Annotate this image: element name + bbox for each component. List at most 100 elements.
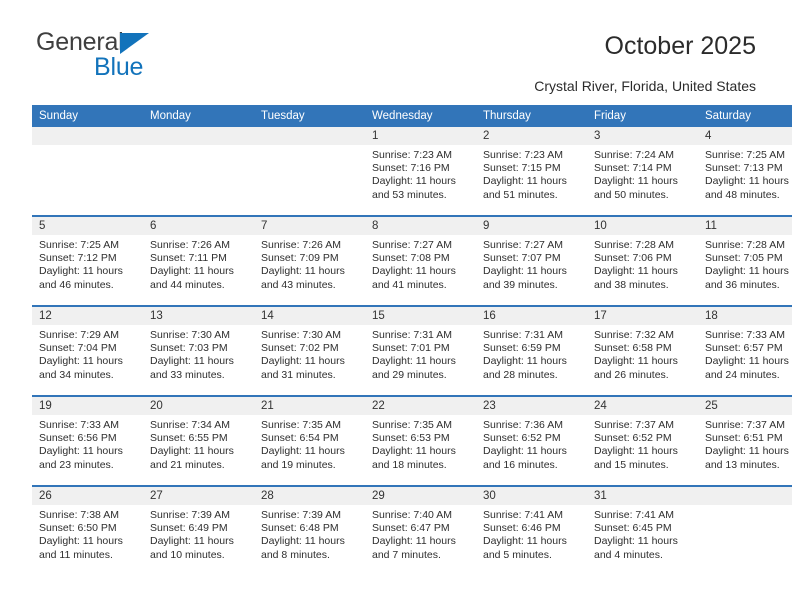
daylight-text: Daylight: 11 hours and 29 minutes. [372, 355, 456, 381]
weekday-header-tuesday: Tuesday [254, 105, 365, 127]
calendar-day-cell[interactable]: 2 Sunrise: 7:23 AM Sunset: 7:15 PM Daylight… [476, 127, 587, 216]
daylight-text: Daylight: 11 hours and 7 minutes. [372, 535, 456, 561]
day-sun-info: Sunrise: 7:31 AM Sunset: 7:01 PM Daylight:… [365, 325, 476, 382]
calendar-day-cell[interactable]: 7 Sunrise: 7:26 AM Sunset: 7:09 PM Daylight… [254, 215, 365, 306]
logo-triangle-icon [120, 33, 149, 54]
day-sun-info: Sunrise: 7:25 AM Sunset: 7:13 PM Daylight:… [698, 145, 792, 202]
day-cell-content: 14 Sunrise: 7:30 AM Sunset: 7:02 PM Dayligh… [254, 307, 365, 395]
calendar-day-cell[interactable]: 27 Sunrise: 7:39 AM Sunset: 6:49 PM Dayligh… [143, 485, 254, 575]
calendar-day-cell[interactable]: 21 Sunrise: 7:35 AM Sunset: 6:54 PM Dayligh… [254, 395, 365, 486]
day-cell-content: 27 Sunrise: 7:39 AM Sunset: 6:49 PM Dayligh… [143, 487, 254, 575]
calendar-day-cell[interactable]: 8 Sunrise: 7:27 AM Sunset: 7:08 PM Daylight… [365, 215, 476, 306]
day-cell-content: 16 Sunrise: 7:31 AM Sunset: 6:59 PM Dayligh… [476, 307, 587, 395]
sunset-text: Sunset: 6:50 PM [39, 522, 117, 535]
day-cell-content: 31 Sunrise: 7:41 AM Sunset: 6:45 PM Dayligh… [587, 487, 698, 575]
day-number [32, 127, 143, 145]
calendar-day-cell[interactable]: 28 Sunrise: 7:39 AM Sunset: 6:48 PM Dayligh… [254, 485, 365, 575]
sunrise-text: Sunrise: 7:41 AM [483, 509, 563, 521]
calendar-week-row: 5 Sunrise: 7:25 AM Sunset: 7:12 PM Daylight… [32, 215, 792, 306]
day-cell-content: 1 Sunrise: 7:23 AM Sunset: 7:16 PM Daylight… [365, 127, 476, 215]
day-sun-info: Sunrise: 7:41 AM Sunset: 6:46 PM Daylight:… [476, 505, 587, 562]
day-number [698, 487, 792, 505]
calendar-day-cell[interactable]: 3 Sunrise: 7:24 AM Sunset: 7:14 PM Daylight… [587, 127, 698, 216]
day-number: 18 [698, 307, 792, 325]
day-cell-content: 28 Sunrise: 7:39 AM Sunset: 6:48 PM Dayligh… [254, 487, 365, 575]
calendar-day-cell[interactable]: 31 Sunrise: 7:41 AM Sunset: 6:45 PM Dayligh… [587, 485, 698, 575]
daylight-text: Daylight: 11 hours and 15 minutes. [594, 445, 678, 471]
calendar-day-cell[interactable]: 24 Sunrise: 7:37 AM Sunset: 6:52 PM Dayligh… [587, 395, 698, 486]
day-sun-info: Sunrise: 7:40 AM Sunset: 6:47 PM Daylight:… [365, 505, 476, 562]
day-number: 3 [587, 127, 698, 145]
sunrise-text: Sunrise: 7:33 AM [39, 419, 119, 431]
sunrise-text: Sunrise: 7:25 AM [705, 149, 785, 161]
day-sun-info: Sunrise: 7:37 AM Sunset: 6:52 PM Daylight:… [587, 415, 698, 472]
general-blue-logo: General Blue [36, 30, 216, 80]
day-sun-info: Sunrise: 7:23 AM Sunset: 7:15 PM Daylight:… [476, 145, 587, 202]
calendar-day-cell[interactable]: 10 Sunrise: 7:28 AM Sunset: 7:06 PM Dayligh… [587, 215, 698, 306]
sunset-text: Sunset: 7:09 PM [261, 252, 339, 265]
calendar-day-cell[interactable]: 9 Sunrise: 7:27 AM Sunset: 7:07 PM Daylight… [476, 215, 587, 306]
day-sun-info: Sunrise: 7:37 AM Sunset: 6:51 PM Daylight:… [698, 415, 792, 472]
calendar-day-cell[interactable]: 6 Sunrise: 7:26 AM Sunset: 7:11 PM Daylight… [143, 215, 254, 306]
calendar-day-cell[interactable]: 16 Sunrise: 7:31 AM Sunset: 6:59 PM Dayligh… [476, 305, 587, 396]
page-subtitle-location: Crystal River, Florida, United States [534, 78, 756, 94]
sunset-text: Sunset: 7:14 PM [594, 162, 672, 175]
calendar-day-cell[interactable]: 11 Sunrise: 7:28 AM Sunset: 7:05 PM Dayligh… [698, 215, 792, 306]
sunset-text: Sunset: 7:12 PM [39, 252, 117, 265]
calendar-table: Sunday Monday Tuesday Wednesday Thursday Frid… [32, 105, 792, 575]
day-number: 5 [32, 217, 143, 235]
calendar-day-cell[interactable]: 12 Sunrise: 7:29 AM Sunset: 7:04 PM Dayligh… [32, 305, 143, 396]
calendar-week-row: 26 Sunrise: 7:38 AM Sunset: 6:50 PM Dayligh… [32, 485, 792, 575]
calendar-day-cell[interactable]: 26 Sunrise: 7:38 AM Sunset: 6:50 PM Dayligh… [32, 485, 143, 575]
day-number: 29 [365, 487, 476, 505]
sunrise-text: Sunrise: 7:28 AM [705, 239, 785, 251]
sunset-text: Sunset: 7:04 PM [39, 342, 117, 355]
sunset-text: Sunset: 7:15 PM [483, 162, 561, 175]
sunrise-text: Sunrise: 7:37 AM [594, 419, 674, 431]
sunrise-text: Sunrise: 7:27 AM [372, 239, 452, 251]
calendar-day-cell[interactable]: 4 Sunrise: 7:25 AM Sunset: 7:13 PM Daylight… [698, 127, 792, 216]
daylight-text: Daylight: 11 hours and 19 minutes. [261, 445, 345, 471]
day-sun-info: Sunrise: 7:31 AM Sunset: 6:59 PM Daylight:… [476, 325, 587, 382]
day-sun-info: Sunrise: 7:27 AM Sunset: 7:08 PM Daylight:… [365, 235, 476, 292]
calendar-body: 1 Sunrise: 7:23 AM Sunset: 7:16 PM Daylight… [32, 127, 792, 575]
calendar-day-cell[interactable]: 5 Sunrise: 7:25 AM Sunset: 7:12 PM Daylight… [32, 215, 143, 306]
calendar-day-cell[interactable]: 23 Sunrise: 7:36 AM Sunset: 6:52 PM Dayligh… [476, 395, 587, 486]
sunset-text: Sunset: 7:11 PM [150, 252, 227, 265]
calendar-day-cell[interactable]: 19 Sunrise: 7:33 AM Sunset: 6:56 PM Dayligh… [32, 395, 143, 486]
calendar-day-cell[interactable]: 18 Sunrise: 7:33 AM Sunset: 6:57 PM Dayligh… [698, 305, 792, 396]
calendar-day-cell[interactable]: 14 Sunrise: 7:30 AM Sunset: 7:02 PM Dayligh… [254, 305, 365, 396]
calendar-day-cell[interactable]: 13 Sunrise: 7:30 AM Sunset: 7:03 PM Dayligh… [143, 305, 254, 396]
calendar-week-row: 19 Sunrise: 7:33 AM Sunset: 6:56 PM Dayligh… [32, 395, 792, 486]
day-cell-content: 19 Sunrise: 7:33 AM Sunset: 6:56 PM Dayligh… [32, 397, 143, 485]
day-cell-content: 20 Sunrise: 7:34 AM Sunset: 6:55 PM Dayligh… [143, 397, 254, 485]
calendar-day-cell[interactable]: 30 Sunrise: 7:41 AM Sunset: 6:46 PM Dayligh… [476, 485, 587, 575]
sunrise-text: Sunrise: 7:30 AM [150, 329, 230, 341]
calendar-week-row: 1 Sunrise: 7:23 AM Sunset: 7:16 PM Daylight… [32, 127, 792, 216]
daylight-text: Daylight: 11 hours and 13 minutes. [705, 445, 789, 471]
calendar-day-cell[interactable]: 22 Sunrise: 7:35 AM Sunset: 6:53 PM Dayligh… [365, 395, 476, 486]
sunset-text: Sunset: 6:54 PM [261, 432, 339, 445]
sunrise-text: Sunrise: 7:39 AM [150, 509, 230, 521]
sunrise-text: Sunrise: 7:34 AM [150, 419, 230, 431]
calendar-day-cell[interactable]: 20 Sunrise: 7:34 AM Sunset: 6:55 PM Dayligh… [143, 395, 254, 486]
calendar-day-cell[interactable]: 29 Sunrise: 7:40 AM Sunset: 6:47 PM Dayligh… [365, 485, 476, 575]
day-number: 15 [365, 307, 476, 325]
sunrise-text: Sunrise: 7:38 AM [39, 509, 119, 521]
calendar-day-cell[interactable]: 17 Sunrise: 7:32 AM Sunset: 6:58 PM Dayligh… [587, 305, 698, 396]
daylight-text: Daylight: 11 hours and 33 minutes. [150, 355, 234, 381]
logo-general-label: General [36, 28, 124, 56]
day-sun-info: Sunrise: 7:30 AM Sunset: 7:03 PM Daylight:… [143, 325, 254, 382]
sunset-text: Sunset: 6:51 PM [705, 432, 783, 445]
page-header: General Blue October 2025 Crystal River,… [0, 0, 792, 95]
day-cell-content: 13 Sunrise: 7:30 AM Sunset: 7:03 PM Dayligh… [143, 307, 254, 395]
sunset-text: Sunset: 6:58 PM [594, 342, 672, 355]
calendar-day-cell[interactable]: 25 Sunrise: 7:37 AM Sunset: 6:51 PM Dayligh… [698, 395, 792, 486]
sunrise-text: Sunrise: 7:23 AM [483, 149, 563, 161]
sunset-text: Sunset: 7:07 PM [483, 252, 561, 265]
sunrise-text: Sunrise: 7:33 AM [705, 329, 785, 341]
calendar-day-cell[interactable]: 1 Sunrise: 7:23 AM Sunset: 7:16 PM Daylight… [365, 127, 476, 216]
calendar-page: General Blue October 2025 Crystal River,… [0, 0, 792, 612]
day-cell-content: 5 Sunrise: 7:25 AM Sunset: 7:12 PM Daylight… [32, 217, 143, 305]
calendar-day-cell[interactable]: 15 Sunrise: 7:31 AM Sunset: 7:01 PM Dayligh… [365, 305, 476, 396]
